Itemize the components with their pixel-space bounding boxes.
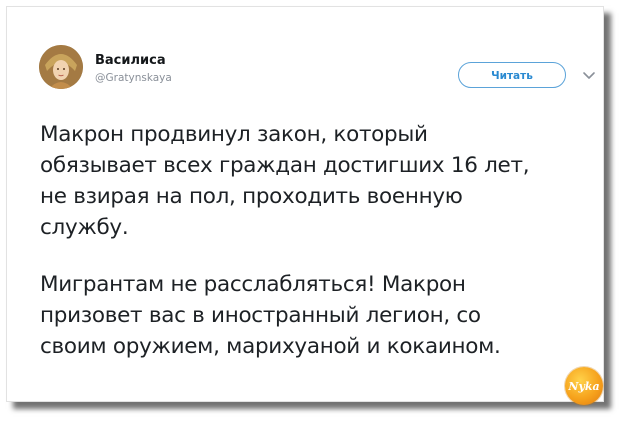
display-name[interactable]: Василиса	[95, 53, 166, 68]
chevron-down-icon[interactable]	[581, 67, 597, 83]
logo: Nyka	[565, 367, 603, 405]
avatar-image	[39, 45, 83, 89]
user-handle[interactable]: @Gratynskaya	[95, 72, 172, 84]
logo-text: Nyka	[567, 380, 599, 393]
tweet-paragraph: Макрон продвинул закон, который обязывае…	[40, 122, 530, 240]
tweet-paragraph: Мигрантам не расслабляться! Макрон призо…	[40, 272, 501, 359]
page: Василиса @Gratynskaya Читать Макрон прод…	[0, 0, 621, 421]
tweet-card: Василиса @Gratynskaya Читать Макрон прод…	[6, 6, 604, 405]
avatar[interactable]	[39, 45, 83, 89]
follow-button[interactable]: Читать	[458, 62, 566, 88]
tweet-text: Макрон продвинул закон, который обязывае…	[40, 119, 585, 362]
